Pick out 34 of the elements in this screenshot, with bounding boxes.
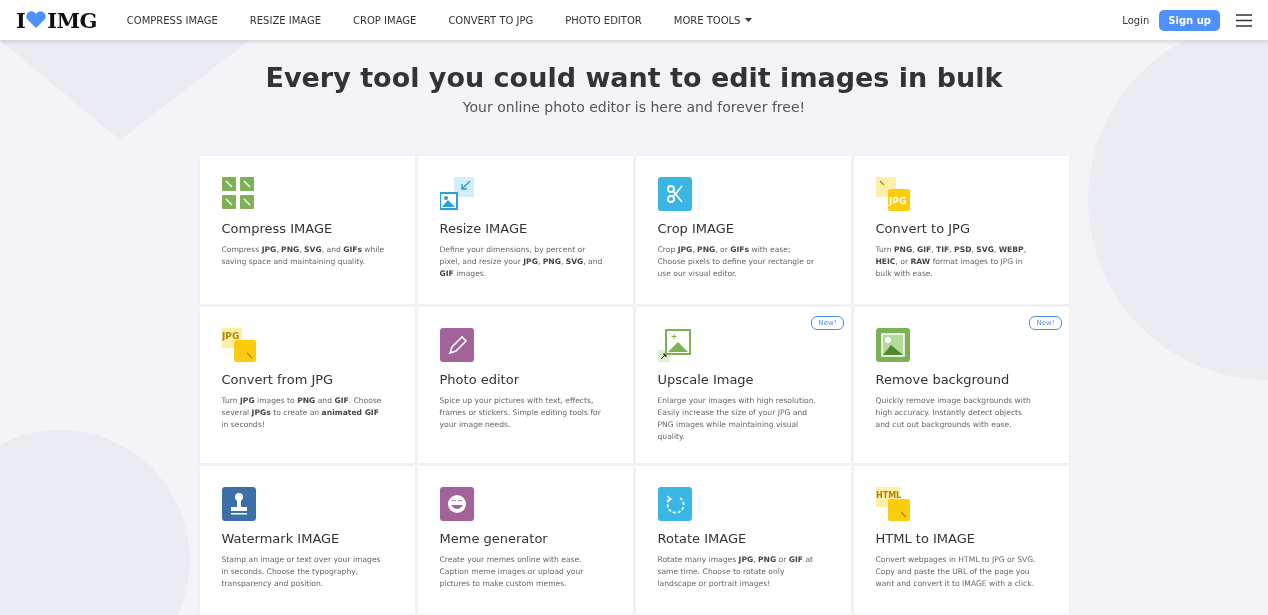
logo-text[interactable]: I — [16, 7, 26, 33]
laughing-face-icon — [439, 487, 474, 521]
nav-link[interactable]: COMPRESS IMAGE — [126, 14, 218, 26]
tool-title: Photo editor — [439, 372, 520, 387]
scissors-icon — [657, 177, 692, 211]
page-title: Every tool you could want to edit images in bulk — [265, 62, 1003, 93]
resize-image-icon — [439, 177, 474, 211]
logo-text[interactable]: IMG — [47, 7, 97, 33]
rotate-icon — [657, 487, 692, 521]
tool-title: Convert from JPG — [221, 372, 335, 387]
tool-title: Meme generator — [439, 531, 549, 546]
pencil-icon — [439, 328, 474, 362]
menu-icon[interactable] — [1236, 13, 1252, 27]
nav-link[interactable]: CONVERT TO JPG — [448, 14, 534, 26]
nav-link[interactable]: MORE TOOLS — [673, 14, 753, 26]
tool-title: HTML to IMAGE — [875, 531, 976, 546]
tool-title: Compress IMAGE — [221, 221, 334, 236]
tool-title: Rotate IMAGE — [657, 531, 748, 546]
tool-title: Watermark IMAGE — [221, 531, 341, 546]
page-subtitle: Your online photo editor is here and forever free! — [462, 99, 806, 115]
heart-icon[interactable] — [25, 11, 48, 29]
tool-title: Remove background — [875, 372, 1011, 387]
image-icon — [875, 328, 910, 362]
tool-title: Resize IMAGE — [439, 221, 529, 236]
nav-link[interactable]: RESIZE IMAGE — [249, 14, 322, 26]
tool-title: Convert to JPG — [875, 221, 971, 236]
login-link[interactable]: Login — [1122, 14, 1150, 26]
shrink-arrows-icon — [221, 177, 256, 211]
nav-link[interactable]: CROP IMAGE — [353, 14, 417, 26]
tool-title: Upscale Image — [657, 372, 755, 387]
nav-link[interactable]: PHOTO EDITOR — [565, 14, 642, 26]
tool-title: Crop IMAGE — [657, 221, 735, 236]
image-enlarge-icon — [657, 328, 692, 362]
stamp-icon — [221, 487, 256, 521]
